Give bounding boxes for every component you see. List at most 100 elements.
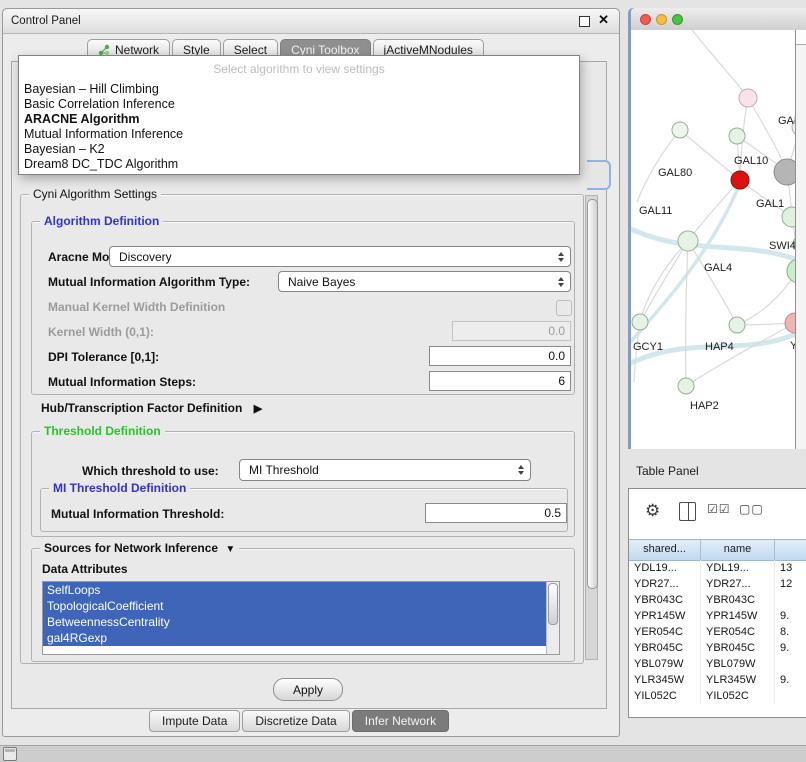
network-node[interactable] (739, 89, 757, 107)
column-header (775, 540, 806, 560)
hub-tf-label: Hub/Transcription Factor Definition (41, 401, 242, 415)
combo-arrows-icon (558, 247, 564, 266)
list-item[interactable]: gal4RGexp (43, 630, 547, 646)
table-row[interactable]: YPR145WYPR145W9. (629, 608, 806, 624)
network-window-titlebar (631, 8, 806, 31)
table-row[interactable]: YIL052CYIL052C (629, 688, 806, 704)
scrollbar-button[interactable] (796, 30, 806, 45)
sources-group: Sources for Network Inference ▼ Data Att… (31, 548, 575, 662)
table-row[interactable]: YBR045CYBR045C9. (629, 640, 806, 656)
control-panel-titlebar: Control Panel ✕ (3, 9, 619, 34)
hub-tf-definition-toggle[interactable]: Hub/Transcription Factor Definition ▶ (41, 401, 262, 415)
data-attributes-label: Data Attributes (42, 562, 128, 576)
mi-threshold-field[interactable]: 0.5 (425, 503, 567, 523)
cyni-algorithm-settings-group: Cyni Algorithm Settings Algorithm Defini… (20, 194, 584, 664)
algorithm-combo-fragment[interactable] (587, 160, 611, 190)
column-selector-icon[interactable] (679, 502, 696, 521)
scrollbar-thumb[interactable] (587, 199, 598, 589)
node-gal1[interactable] (782, 207, 795, 227)
network-node[interactable] (785, 313, 795, 333)
float-window-icon[interactable] (579, 16, 590, 27)
node-gcy1[interactable] (632, 314, 648, 330)
sources-toggle[interactable]: Sources for Network Inference ▼ (40, 541, 239, 555)
node-label-hap4: HAP4 (705, 341, 734, 353)
dpi-tolerance-label: DPI Tolerance [0,1]: (48, 350, 159, 364)
network-canvas[interactable]: GAL GAL80 GAL10 GAL11 GAL1 SWI4 GAL4 GCY… (631, 30, 795, 449)
dropdown-item[interactable]: Bayesian – Hill Climbing (19, 82, 579, 97)
dropdown-item[interactable]: Bayesian – K2 (19, 142, 579, 157)
minimize-button[interactable] (656, 14, 667, 25)
which-threshold-select[interactable]: MI Threshold (239, 459, 531, 481)
combo-arrows-icon (558, 272, 564, 291)
column-header: name (701, 540, 775, 560)
group-title: Threshold Definition (40, 424, 165, 438)
zoom-button[interactable] (672, 14, 683, 25)
apply-button[interactable]: Apply (273, 678, 343, 701)
dropdown-item-selected[interactable]: ARACNE Algorithm (19, 112, 579, 127)
close-window-icon[interactable]: ✕ (598, 12, 609, 28)
table-row[interactable]: YLR345WYLR345W9. (629, 672, 806, 688)
threshold-definition-group: Threshold Definition Which threshold to … (31, 431, 575, 537)
attributes-list[interactable]: SelfLoops TopologicalCoefficient Between… (42, 581, 560, 655)
settings-scrollbar[interactable] (585, 195, 598, 660)
expand-arrow-icon: ▶ (254, 403, 262, 415)
list-item[interactable]: TopologicalCoefficient (43, 598, 547, 614)
algorithm-dropdown-popup: Select algorithm to view settings Bayesi… (18, 55, 580, 175)
node-gal10[interactable] (731, 171, 749, 189)
cyni-bottom-tabs: Impute Data Discretize Data Infer Networ… (149, 710, 449, 732)
sources-title: Sources for Network Inference (44, 541, 218, 555)
node-hap2[interactable] (678, 378, 694, 394)
manual-kernel-checkbox[interactable] (556, 300, 572, 316)
table-row[interactable]: YDR27...YDR27...12 (629, 576, 806, 592)
tab-infer-network[interactable]: Infer Network (352, 710, 449, 732)
combo-arrows-icon (518, 460, 524, 480)
list-item[interactable]: SelfLoops (43, 582, 547, 598)
mi-type-label: Mutual Information Algorithm Type: (48, 275, 250, 289)
which-threshold-label: Which threshold to use: (82, 464, 219, 478)
status-strip (0, 745, 806, 762)
network-scrollbar[interactable] (795, 30, 806, 449)
group-title: Algorithm Definition (40, 214, 163, 228)
dropdown-item[interactable]: Dream8 DC_TDC Algorithm (19, 157, 579, 172)
node-label-gal10: GAL10 (734, 155, 768, 167)
kernel-width-label: Kernel Width (0,1): (48, 325, 154, 339)
mi-type-select[interactable]: Naive Bayes (278, 271, 571, 292)
tab-discretize-data[interactable]: Discretize Data (242, 710, 349, 732)
node-label: GAL (778, 115, 795, 127)
kernel-width-field[interactable]: 0.0 (452, 321, 571, 341)
dpi-tolerance-field[interactable]: 0.0 (429, 346, 571, 366)
node-gal80[interactable] (672, 122, 688, 138)
mi-threshold-group: MI Threshold Definition Mutual Informati… (40, 488, 568, 532)
node-hap4[interactable] (729, 317, 745, 333)
table-row[interactable]: YDL19...YDL19...13 (629, 560, 806, 576)
tab-impute-data[interactable]: Impute Data (149, 710, 240, 732)
table-row[interactable]: YBR043CYBR043C (629, 592, 806, 608)
table-body: YDL19...YDL19...13 YDR27...YDR27...12 YB… (629, 560, 806, 704)
select-all-checkboxes-icon[interactable]: ☑☑ (707, 502, 731, 516)
column-header: shared... (629, 540, 701, 560)
network-node[interactable] (787, 259, 795, 283)
group-title: MI Threshold Definition (49, 481, 190, 495)
node-hub-gray[interactable] (774, 159, 795, 185)
node-gal4[interactable] (678, 231, 698, 251)
mi-steps-field[interactable]: 6 (429, 371, 571, 391)
table-row[interactable]: YBL079WYBL079W (629, 656, 806, 672)
minimized-panel-icon[interactable] (3, 747, 17, 761)
network-node[interactable] (729, 128, 745, 144)
collapse-arrow-icon: ▼ (225, 544, 235, 555)
network-view-window: GAL GAL80 GAL10 GAL11 GAL1 SWI4 GAL4 GCY… (628, 8, 806, 449)
table-row[interactable]: YER054CYER054C8. (629, 624, 806, 640)
deselect-all-checkboxes-icon[interactable]: ▢▢ (739, 502, 764, 516)
dropdown-item[interactable]: Mutual Information Inference (19, 127, 579, 142)
list-item[interactable]: BetweennessCentrality (43, 614, 547, 630)
aracne-mode-select[interactable]: Discovery (109, 246, 571, 267)
list-scrollbar[interactable] (546, 582, 559, 654)
dropdown-item[interactable]: Basic Correlation Inference (19, 97, 579, 112)
scrollbar-thumb[interactable] (548, 583, 558, 625)
gear-icon[interactable]: ⚙ (645, 499, 660, 523)
table-toolbar: ⚙ ☑☑ ▢▢ (629, 499, 806, 525)
desktop: Control Panel ✕ Network Style Select Cyn… (0, 0, 806, 762)
close-button[interactable] (640, 14, 651, 25)
mi-threshold-label: Mutual Information Threshold: (51, 507, 224, 521)
table-header[interactable]: shared... name (629, 539, 806, 561)
